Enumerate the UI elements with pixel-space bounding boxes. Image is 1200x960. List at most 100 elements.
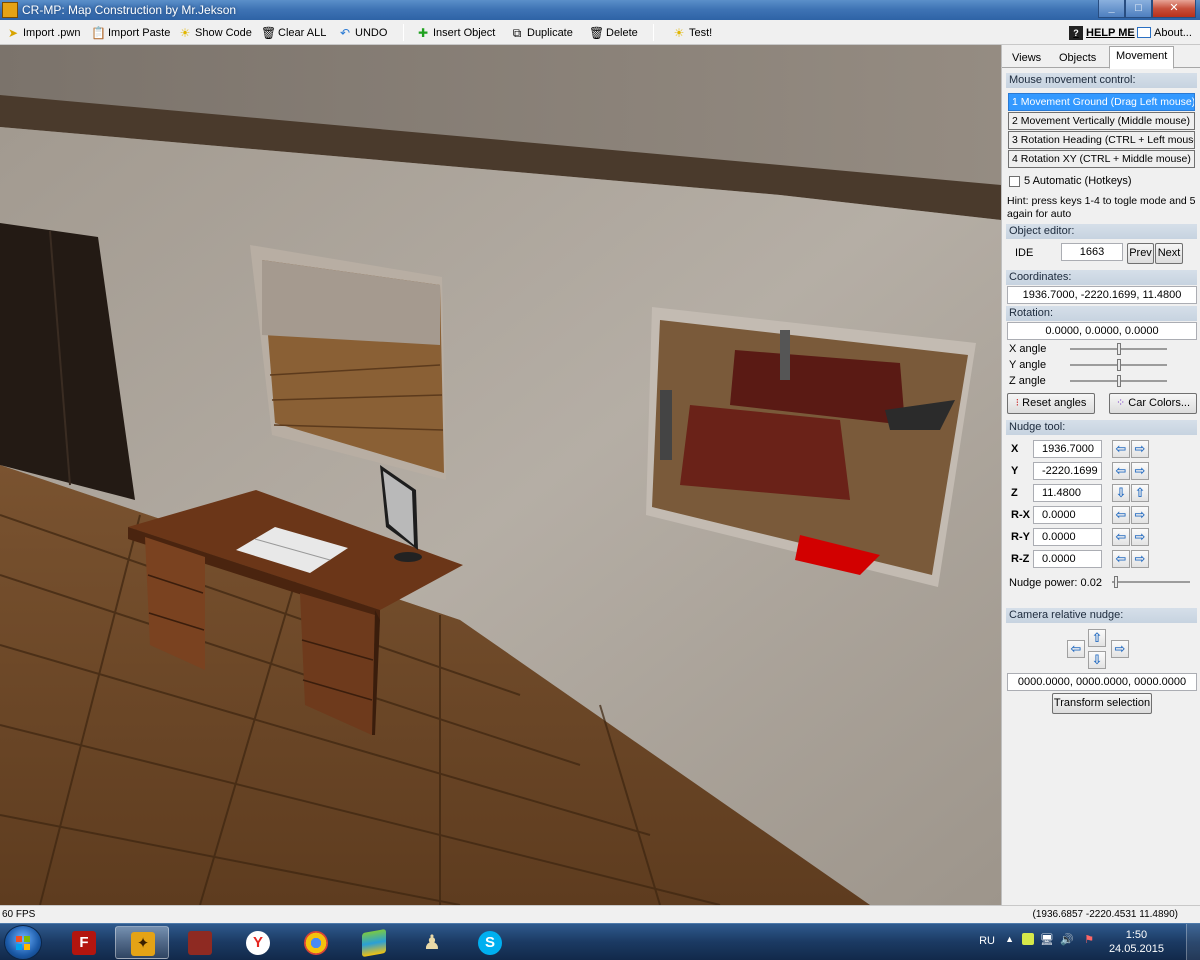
mode-rotation-heading[interactable]: 3 Rotation Heading (CTRL + Left mouse) [1008, 131, 1195, 149]
nudge-z-down-icon[interactable]: ⇩ [1112, 484, 1130, 502]
nudge-ry-increase-icon[interactable]: ⇨ [1131, 528, 1149, 546]
trash-icon: 🗑 [261, 25, 277, 40]
clear-all-button[interactable]: 🗑 Clear ALL [261, 23, 326, 42]
help-button[interactable]: ? HELP ME [1069, 23, 1135, 42]
taskbar-chrome[interactable] [289, 926, 343, 959]
maximize-button[interactable]: □ [1125, 0, 1152, 18]
camera-nudge-right-icon[interactable]: ⇨ [1111, 640, 1129, 658]
map-construction-icon: ✦ [131, 932, 155, 956]
taskbar-bluestacks[interactable] [347, 926, 401, 959]
nudge-rx-decrease-icon[interactable]: ⇦ [1112, 506, 1130, 524]
mode-movement-vertical[interactable]: 2 Movement Vertically (Middle mouse) [1008, 112, 1195, 130]
bluestacks-icon [362, 928, 386, 958]
flag-alert-icon[interactable]: ⚑ [1084, 933, 1094, 946]
nudge-tool-header: Nudge tool: [1006, 420, 1197, 435]
coordinates-field[interactable]: 1936.7000, -2220.1699, 11.4800 [1007, 286, 1197, 304]
show-code-button[interactable]: ☀ Show Code [178, 23, 252, 42]
x-angle-label: X angle [1009, 343, 1047, 355]
tab-views[interactable]: Views [1005, 48, 1048, 68]
object-editor-header: Object editor: [1006, 224, 1197, 239]
clock-date: 24.05.2015 [1108, 943, 1164, 955]
camera-nudge-header: Camera relative nudge: [1006, 608, 1197, 623]
nudge-x-decrease-icon[interactable]: ⇦ [1112, 440, 1130, 458]
ide-input[interactable]: 1663 [1061, 243, 1123, 261]
test-button[interactable]: ☀ Test! [672, 23, 713, 42]
show-desktop-button[interactable] [1186, 924, 1200, 960]
nudge-rz-input[interactable]: 0.0000 [1033, 550, 1102, 568]
taskbar-chess[interactable]: ♟ [405, 926, 459, 959]
nudge-ry-label: R-Y [1011, 531, 1030, 543]
nudge-x-increase-icon[interactable]: ⇨ [1131, 440, 1149, 458]
next-button[interactable]: Next [1155, 243, 1183, 264]
z-angle-label: Z angle [1009, 375, 1046, 387]
close-button[interactable]: ✕ [1152, 0, 1196, 18]
duplicate-button[interactable]: ⧉ Duplicate [510, 23, 573, 42]
tab-movement[interactable]: Movement [1109, 46, 1175, 69]
skype-icon: S [478, 931, 502, 955]
window-title: CR-MP: Map Construction by Mr.Jekson [22, 3, 237, 17]
camera-nudge-left-icon[interactable]: ⇦ [1067, 640, 1085, 658]
nudge-rz-decrease-icon[interactable]: ⇦ [1112, 550, 1130, 568]
nudge-z-input[interactable]: 11.4800 [1033, 484, 1102, 502]
taskbar-filezilla[interactable]: F [57, 926, 111, 959]
clock[interactable]: 1:50 24.05.2015 [1109, 928, 1164, 956]
z-angle-slider[interactable] [1070, 375, 1167, 387]
taskbar-app-red[interactable] [173, 926, 227, 959]
nudge-power-label: Nudge power: 0.02 [1009, 577, 1102, 589]
automatic-checkbox[interactable] [1009, 176, 1020, 187]
language-indicator[interactable]: RU [979, 935, 995, 947]
taskbar: F ✦ Y ♟ S RU ▲ 🖥 🔊 ⚑ 1:50 24.05.2015 [0, 923, 1200, 960]
start-button[interactable] [4, 925, 42, 960]
delete-button[interactable]: 🗑 Delete [589, 23, 638, 42]
nudge-rz-increase-icon[interactable]: ⇨ [1131, 550, 1149, 568]
tray-app-icon[interactable] [1022, 933, 1034, 945]
prev-button[interactable]: Prev [1127, 243, 1154, 264]
reset-angles-button[interactable]: ⁝ Reset angles [1007, 393, 1095, 414]
nudge-rx-increase-icon[interactable]: ⇨ [1131, 506, 1149, 524]
nudge-ry-decrease-icon[interactable]: ⇦ [1112, 528, 1130, 546]
y-angle-slider[interactable] [1070, 359, 1167, 371]
tab-objects[interactable]: Objects [1052, 48, 1103, 68]
volume-icon[interactable]: 🔊 [1060, 933, 1074, 946]
network-icon[interactable]: 🖥 [1040, 933, 1054, 946]
nudge-ry-input[interactable]: 0.0000 [1033, 528, 1102, 546]
fps-counter: 60 FPS [2, 909, 36, 920]
filezilla-icon: F [72, 931, 96, 955]
undo-button[interactable]: ↶ UNDO [338, 23, 387, 42]
nudge-rx-input[interactable]: 0.0000 [1033, 506, 1102, 524]
app-icon [2, 2, 18, 18]
camera-nudge-field[interactable]: 0000.0000, 0000.0000, 0000.0000 [1007, 673, 1197, 691]
insert-object-button[interactable]: ✚ Insert Object [416, 23, 495, 42]
nudge-z-up-icon[interactable]: ⇧ [1131, 484, 1149, 502]
tray-expand-icon[interactable]: ▲ [1005, 934, 1014, 944]
nudge-y-decrease-icon[interactable]: ⇦ [1112, 462, 1130, 480]
3d-viewport[interactable] [0, 45, 1001, 905]
mode-rotation-xy[interactable]: 4 Rotation XY (CTRL + Middle mouse) [1008, 150, 1195, 168]
nudge-x-input[interactable]: 1936.7000 [1033, 440, 1102, 458]
toolbar-separator [403, 24, 404, 41]
import-paste-button[interactable]: 📋 Import Paste [91, 23, 170, 42]
plus-icon: ✚ [417, 25, 429, 40]
nudge-y-input[interactable]: -2220.1699 [1033, 462, 1102, 480]
car-colors-button[interactable]: ⁘ Car Colors... [1109, 393, 1197, 414]
rotation-field[interactable]: 0.0000, 0.0000, 0.0000 [1007, 322, 1197, 340]
ide-label: IDE [1015, 247, 1034, 259]
title-bar: CR-MP: Map Construction by Mr.Jekson _ □… [0, 0, 1200, 20]
import-pwn-button[interactable]: ➤ Import .pwn [6, 23, 81, 42]
mode-movement-ground[interactable]: 1 Movement Ground (Drag Left mouse) [1008, 93, 1195, 111]
nudge-y-increase-icon[interactable]: ⇨ [1131, 462, 1149, 480]
lightbulb-icon: ☀ [673, 25, 685, 40]
nudge-power-slider[interactable] [1112, 576, 1190, 588]
minimize-button[interactable]: _ [1098, 0, 1125, 18]
x-angle-slider[interactable] [1070, 343, 1167, 355]
taskbar-skype[interactable]: S [463, 926, 517, 959]
about-button[interactable]: About... [1137, 23, 1192, 42]
scene-render[interactable] [0, 45, 1001, 905]
transform-selection-button[interactable]: Transform selection [1052, 693, 1152, 714]
camera-nudge-forward-icon[interactable]: ⇧ [1088, 629, 1106, 647]
camera-nudge-back-icon[interactable]: ⇩ [1088, 651, 1106, 669]
reset-icon: ⁝ [1015, 397, 1020, 409]
taskbar-yandex[interactable]: Y [231, 926, 285, 959]
automatic-label: 5 Automatic (Hotkeys) [1024, 175, 1132, 187]
taskbar-map-construction[interactable]: ✦ [115, 926, 169, 959]
